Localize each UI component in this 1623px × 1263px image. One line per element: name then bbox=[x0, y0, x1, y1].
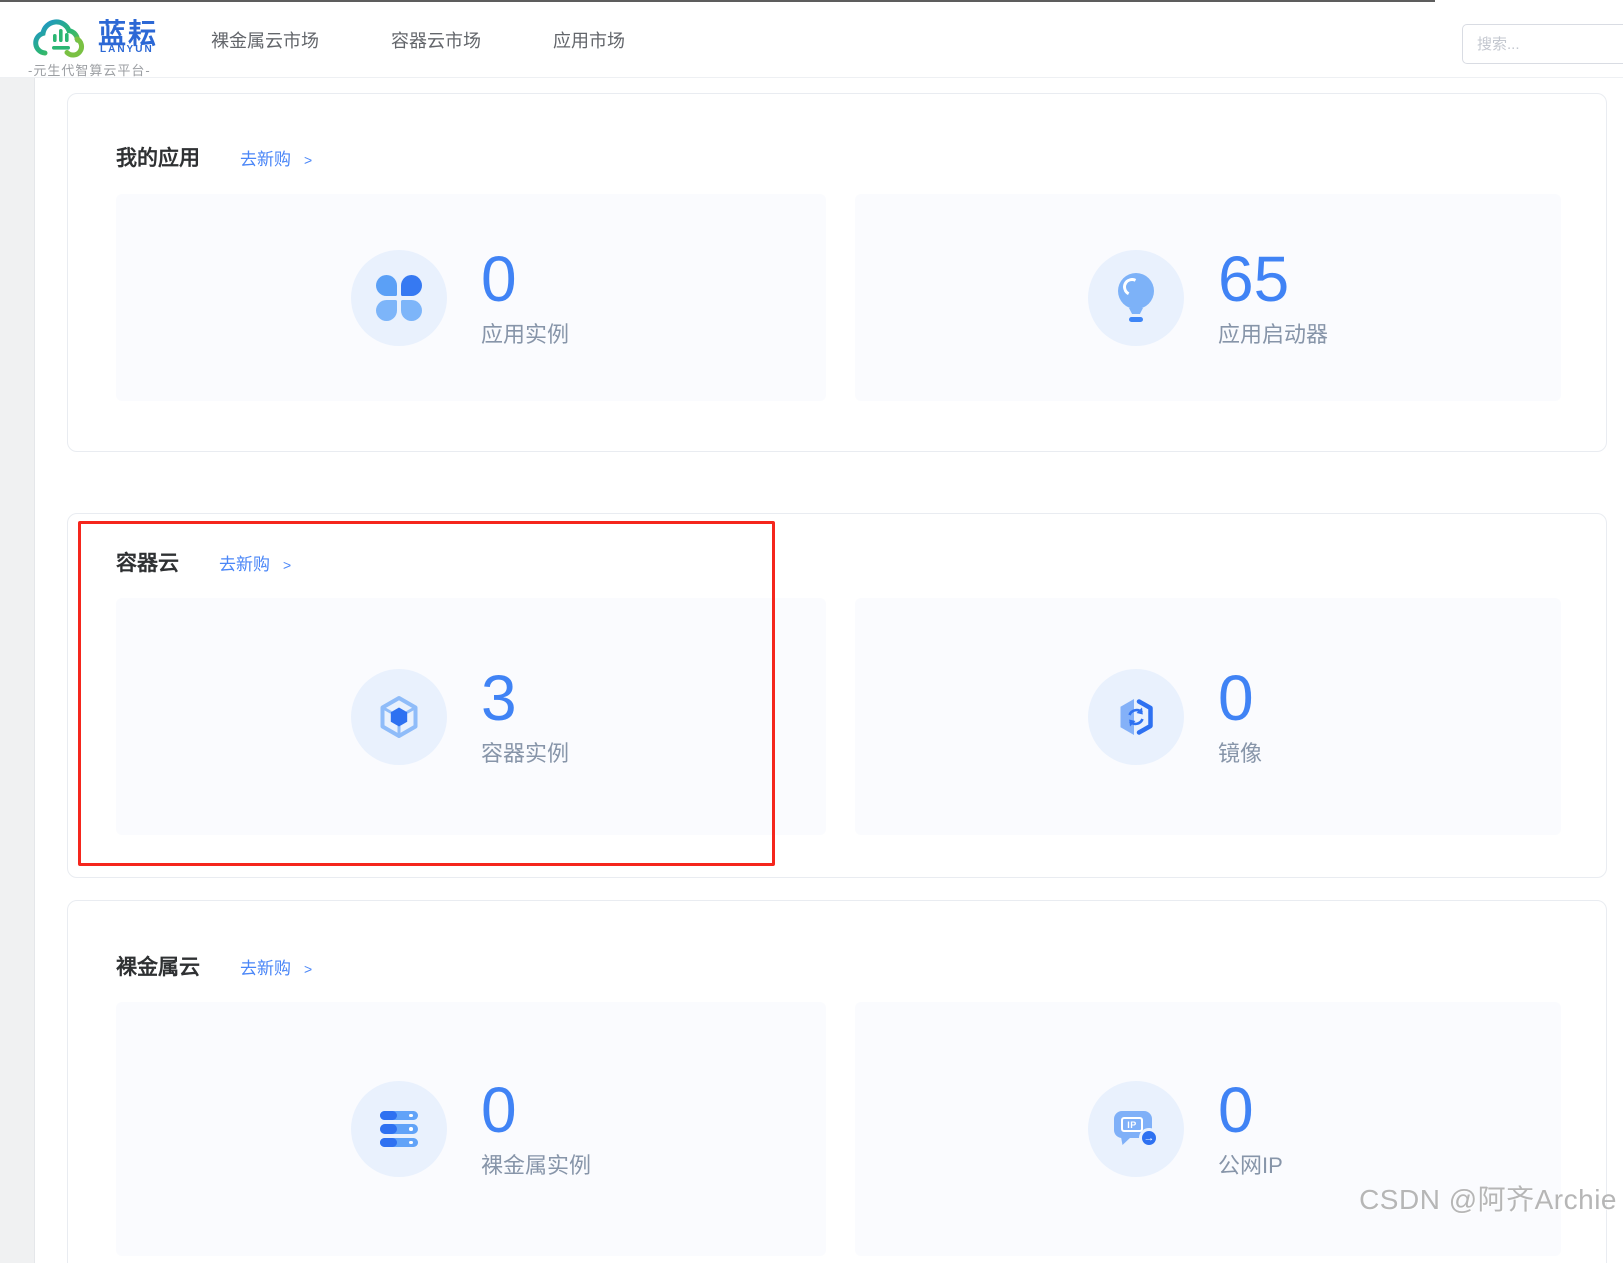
stat-label: 容器实例 bbox=[481, 736, 591, 768]
nav-item-container-market[interactable]: 容器云市场 bbox=[391, 27, 481, 53]
card-title: 容器云 bbox=[116, 547, 179, 577]
container-instances-icon bbox=[375, 693, 423, 741]
main-nav: 裸金属云市场 容器云市场 应用市场 bbox=[211, 2, 625, 78]
stat-label: 裸金属实例 bbox=[481, 1148, 591, 1180]
app-launcher-icon bbox=[1117, 273, 1155, 322]
buy-new-link[interactable]: 去新购 bbox=[240, 954, 291, 979]
logo-latin: LANYUN bbox=[100, 44, 154, 55]
stat-label: 公网IP bbox=[1218, 1148, 1328, 1180]
chevron-right-icon[interactable]: > bbox=[304, 152, 312, 168]
stat-value: 0 bbox=[481, 1078, 591, 1142]
card-title: 我的应用 bbox=[116, 142, 200, 172]
container-cloud-card: 容器云 去新购 > 3 容器实例 bbox=[67, 513, 1607, 878]
left-gutter bbox=[0, 78, 35, 1263]
stat-value: 65 bbox=[1218, 247, 1328, 311]
lanyun-logo[interactable]: 蓝耘 LANYUN -元生代智算云平台- bbox=[26, 8, 196, 78]
buy-new-link[interactable]: 去新购 bbox=[240, 145, 291, 170]
stat-label: 应用启动器 bbox=[1218, 317, 1328, 349]
stat-tile-images: 0 镜像 bbox=[855, 598, 1561, 835]
images-icon bbox=[1112, 693, 1160, 741]
cloud-logo-icon bbox=[28, 14, 94, 62]
icon-circle bbox=[351, 669, 447, 765]
card-header: 裸金属云 去新购 > bbox=[116, 951, 312, 981]
stat-tile-container-instances: 3 容器实例 bbox=[116, 598, 826, 835]
icon-circle: IP → bbox=[1088, 1081, 1184, 1177]
icon-circle bbox=[351, 250, 447, 346]
stat-value: 0 bbox=[1218, 666, 1328, 730]
nav-item-bare-metal-market[interactable]: 裸金属云市场 bbox=[211, 27, 319, 53]
stat-value: 0 bbox=[1218, 1078, 1328, 1142]
icon-circle bbox=[1088, 669, 1184, 765]
icon-circle bbox=[1088, 250, 1184, 346]
stat-label: 应用实例 bbox=[481, 317, 591, 349]
public-ip-icon: IP → bbox=[1112, 1108, 1160, 1150]
logo-subtitle: -元生代智算云平台- bbox=[28, 60, 151, 79]
chevron-right-icon[interactable]: > bbox=[304, 961, 312, 977]
icon-circle bbox=[351, 1081, 447, 1177]
my-apps-card: 我的应用 去新购 > 0 应用实例 65 应用启动器 bbox=[67, 93, 1607, 452]
stat-tile-bare-metal-instances: 0 裸金属实例 bbox=[116, 1002, 826, 1256]
search-input[interactable] bbox=[1462, 24, 1623, 64]
chevron-right-icon[interactable]: > bbox=[283, 557, 291, 573]
arrow-right-icon: → bbox=[1139, 1128, 1159, 1148]
buy-new-link[interactable]: 去新购 bbox=[219, 550, 270, 575]
stat-tile-app-instances: 0 应用实例 bbox=[116, 194, 826, 401]
dashboard-page: 蓝耘 LANYUN -元生代智算云平台- 裸金属云市场 容器云市场 应用市场 我… bbox=[0, 0, 1623, 1263]
stat-tile-app-launchers: 65 应用启动器 bbox=[855, 194, 1561, 401]
stat-value: 0 bbox=[481, 247, 591, 311]
ip-icon-text: IP bbox=[1121, 1117, 1143, 1132]
nav-item-app-market[interactable]: 应用市场 bbox=[553, 27, 625, 53]
stat-value: 3 bbox=[481, 666, 591, 730]
card-header: 我的应用 去新购 > bbox=[116, 142, 312, 172]
bare-metal-instances-icon bbox=[380, 1111, 418, 1148]
card-header: 容器云 去新购 > bbox=[116, 547, 291, 577]
top-navbar: 蓝耘 LANYUN -元生代智算云平台- 裸金属云市场 容器云市场 应用市场 bbox=[0, 2, 1623, 78]
stat-label: 镜像 bbox=[1218, 736, 1328, 768]
app-instances-icon bbox=[376, 275, 422, 321]
card-title: 裸金属云 bbox=[116, 951, 200, 981]
watermark-text: CSDN @阿齐Archie bbox=[1359, 1178, 1617, 1218]
